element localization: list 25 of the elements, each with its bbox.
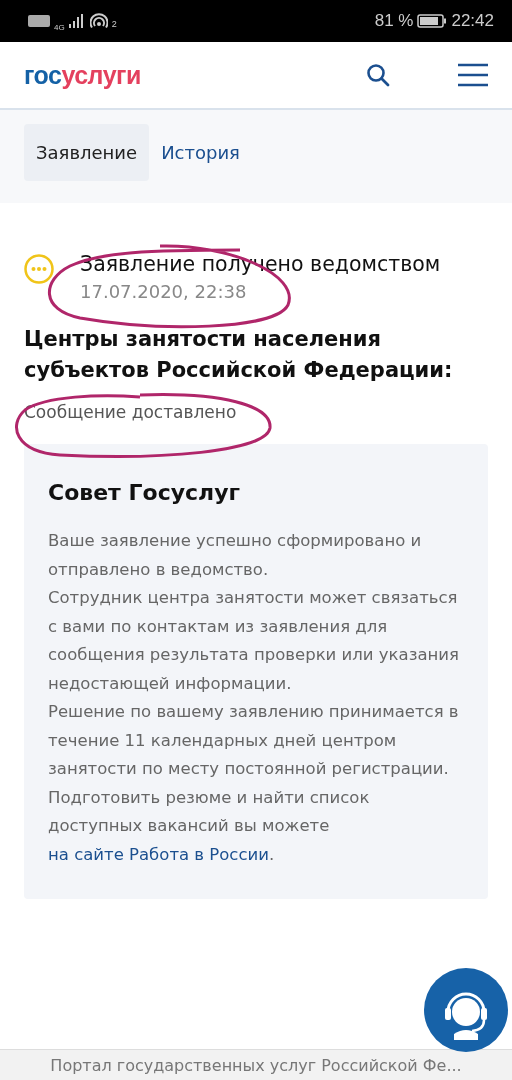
- advice-text: Подготовить резюме и найти список доступных вакансий вы можете на сайте Работа в России.: [48, 786, 371, 866]
- search-icon[interactable]: [366, 63, 390, 87]
- volte-icon: [28, 15, 50, 27]
- advice-title: Совет Госуслуг: [48, 480, 242, 505]
- advice-text: Решение по вашему заявлению принимается в течение 11 календарных дней центром занятости по месту постоянной регистрации.: [48, 701, 460, 780]
- menu-icon[interactable]: [458, 63, 488, 87]
- status-date: 17.07.2020, 22:38: [80, 281, 248, 302]
- battery-icon: [417, 14, 448, 28]
- hotspot-icon: [89, 13, 108, 29]
- tab[interactable]: История: [149, 124, 252, 181]
- logo: госуслуги: [24, 60, 141, 90]
- network-type: 4G: [54, 22, 65, 32]
- page-title: Портал государственных услуг Российской Фе...: [50, 1055, 462, 1075]
- delivery-status: Сообщение доставлено: [24, 402, 238, 422]
- support-chat-button[interactable]: [424, 968, 508, 1052]
- advice-text: Сотрудник центра занятости может связаться с вами по контактам из заявления для сообщения результата проверки или указания недостающей информации.: [48, 587, 460, 695]
- pending-status-icon: [24, 254, 54, 284]
- signal-icon: [68, 14, 83, 28]
- hotspot-count: 2: [111, 18, 117, 29]
- advice-text: Ваше заявление успешно сформировано и отправлено в ведомство.: [48, 530, 423, 581]
- clock: 22:42: [451, 11, 494, 31]
- department-name: Центры занятости населения субъектов Российской Федерации:: [24, 326, 454, 384]
- battery-percent: 81 %: [374, 11, 414, 31]
- tab[interactable]: Заявление: [24, 124, 150, 181]
- site-link[interactable]: на сайте Работа в России: [48, 844, 269, 864]
